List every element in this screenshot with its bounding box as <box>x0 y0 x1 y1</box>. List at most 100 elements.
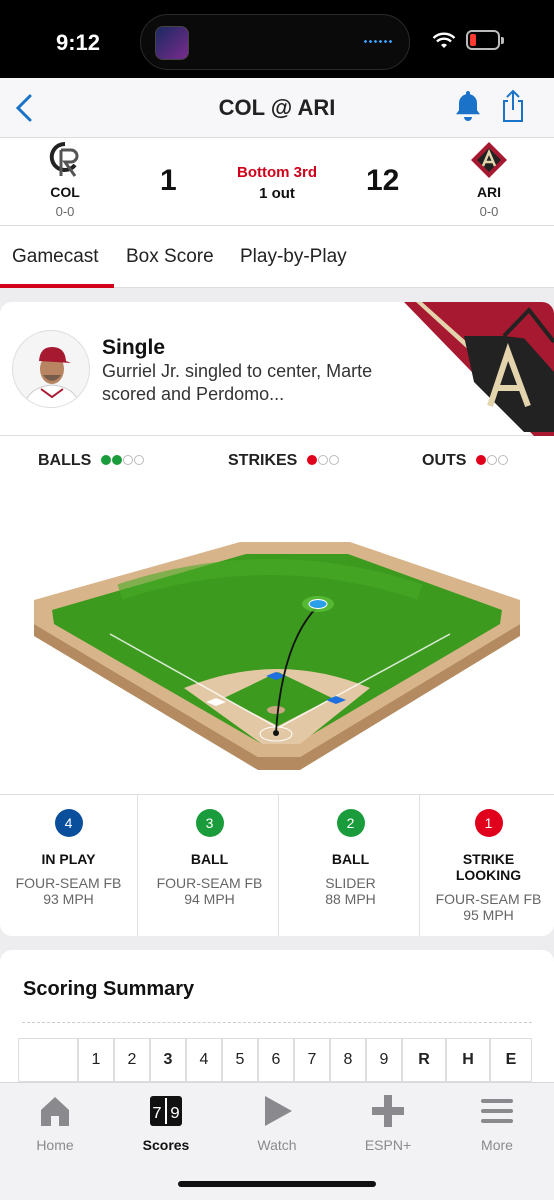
out-indicator <box>486 455 497 465</box>
home-score: 12 <box>366 164 400 197</box>
bell-icon[interactable] <box>452 88 484 124</box>
pitch-number-badge: 2 <box>336 809 365 837</box>
ball-indicator <box>100 455 111 465</box>
strike-indicator <box>328 455 339 465</box>
away-record: 0-0 <box>55 204 75 219</box>
linescore-header-cell: R <box>402 1038 446 1082</box>
play-icon <box>265 1096 292 1126</box>
outs-dots <box>475 452 508 470</box>
linescore-header-cell: 9 <box>366 1038 402 1082</box>
pitch-type: FOUR-SEAM FB <box>156 875 263 891</box>
out-indicator <box>475 455 486 465</box>
nav-header: COL @ ARI <box>0 78 554 138</box>
linescore-header-cell: 3 <box>150 1038 186 1082</box>
divider <box>22 1022 532 1023</box>
linescore-header-cell: 6 <box>258 1038 294 1082</box>
pitch-number-badge: 3 <box>195 809 224 837</box>
tabbar-scores[interactable]: 7 9 Scores <box>111 1093 221 1153</box>
play-description: Gurriel Jr. singled to center, Marte sco… <box>102 361 373 404</box>
plus-icon <box>372 1095 404 1127</box>
rockies-logo <box>49 141 79 177</box>
active-tab-indicator <box>0 284 114 288</box>
dynamic-island <box>140 14 410 70</box>
menu-icon <box>481 1099 513 1123</box>
ball-indicator <box>111 455 122 465</box>
svg-text:7: 7 <box>152 1105 162 1124</box>
gamecast-card: Single Gurriel Jr. singled to center, Ma… <box>0 302 554 936</box>
svg-text:9: 9 <box>170 1105 180 1124</box>
inning-status: Bottom 3rd <box>237 164 317 181</box>
pitch-item[interactable]: 1 STRIKE LOOKING FOUR-SEAM FB 95 MPH <box>423 795 554 936</box>
linescore-header-cell: 5 <box>222 1038 258 1082</box>
strike-indicator <box>306 455 317 465</box>
strikes-dots <box>306 452 339 470</box>
island-indicator <box>363 40 393 43</box>
score-header[interactable]: COL 0-0 1 Bottom 3rd 1 out 12 ARI 0-0 <box>0 138 554 226</box>
home-indicator <box>178 1181 376 1187</box>
tabbar-watch[interactable]: Watch <box>222 1093 332 1153</box>
scoring-summary-card: Scoring Summary 123456789RHE <box>0 950 554 1100</box>
pitch-number-badge: 4 <box>54 809 83 837</box>
outs-count: OUTS <box>422 452 508 470</box>
linescore-header-cell: E <box>490 1038 532 1082</box>
linescore-header-cell: 8 <box>330 1038 366 1082</box>
pitch-type: FOUR-SEAM FB <box>15 875 122 891</box>
scores-icon: 7 9 <box>150 1096 182 1126</box>
linescore-header-cell: 2 <box>114 1038 150 1082</box>
pitch-item[interactable]: 4 IN PLAY FOUR-SEAM FB 93 MPH <box>0 795 138 936</box>
pitch-type: SLIDER <box>325 875 376 891</box>
pitch-result: STRIKE LOOKING <box>455 851 522 883</box>
pitch-type: FOUR-SEAM FB <box>435 891 542 907</box>
status-bar: 9:12 <box>0 0 554 78</box>
play-headline: Single <box>102 336 166 359</box>
pitch-speed: 93 MPH <box>43 891 94 907</box>
balls-dots <box>100 452 144 470</box>
linescore-header-cell: 4 <box>186 1038 222 1082</box>
player-avatar <box>12 330 90 408</box>
game-tabs: Gamecast Box Score Play-by-Play <box>0 226 554 288</box>
outs-status: 1 out <box>259 185 295 202</box>
pitch-item[interactable]: 3 BALL FOUR-SEAM FB 94 MPH <box>141 795 279 936</box>
home-team[interactable]: ARI 0-0 <box>449 138 529 219</box>
diamondbacks-logo <box>471 142 507 178</box>
status-time: 9:12 <box>56 30 101 55</box>
home-abbr: ARI <box>476 184 502 200</box>
baseball-field <box>34 542 520 770</box>
linescore-header-cell: H <box>446 1038 490 1082</box>
pitch-result: BALL <box>190 851 229 867</box>
ball-indicator <box>133 455 144 465</box>
pitch-speed: 95 MPH <box>463 907 514 923</box>
pitch-number-badge: 1 <box>474 809 503 837</box>
tab-play-by-play[interactable]: Play-by-Play <box>240 246 347 268</box>
tabbar-espn-plus[interactable]: ESPN+ <box>333 1093 443 1153</box>
strikes-count: STRIKES <box>228 452 339 470</box>
share-icon[interactable] <box>498 88 528 124</box>
battery-icon <box>466 30 504 50</box>
out-indicator <box>497 455 508 465</box>
wifi-icon <box>432 32 456 48</box>
tabbar-home[interactable]: Home <box>0 1093 110 1153</box>
pitch-speed: 94 MPH <box>184 891 235 907</box>
tabbar-more[interactable]: More <box>442 1093 552 1153</box>
away-team[interactable]: COL 0-0 <box>25 138 105 219</box>
ball-indicator <box>122 455 133 465</box>
linescore-header-cell <box>18 1038 78 1082</box>
linescore-header: 123456789RHE <box>18 1038 536 1082</box>
count-row: BALLS STRIKES OUTS <box>0 450 554 474</box>
pitch-item[interactable]: 2 BALL SLIDER 88 MPH <box>282 795 420 936</box>
pitch-speed: 88 MPH <box>325 891 376 907</box>
game-status: Bottom 3rd 1 out <box>200 164 354 202</box>
strike-indicator <box>317 455 328 465</box>
linescore-header-cell: 7 <box>294 1038 330 1082</box>
tab-gamecast[interactable]: Gamecast <box>12 246 99 268</box>
balls-count: BALLS <box>38 452 144 470</box>
last-play[interactable]: Single Gurriel Jr. singled to center, Ma… <box>0 302 554 436</box>
home-record: 0-0 <box>479 204 499 219</box>
home-icon <box>41 1097 69 1126</box>
diamondbacks-banner <box>404 302 554 436</box>
linescore-header-cell: 1 <box>78 1038 114 1082</box>
tab-box-score[interactable]: Box Score <box>126 246 214 268</box>
scoring-summary-title: Scoring Summary <box>23 978 195 1000</box>
away-score: 1 <box>160 164 177 197</box>
pitch-result: IN PLAY <box>41 851 96 867</box>
